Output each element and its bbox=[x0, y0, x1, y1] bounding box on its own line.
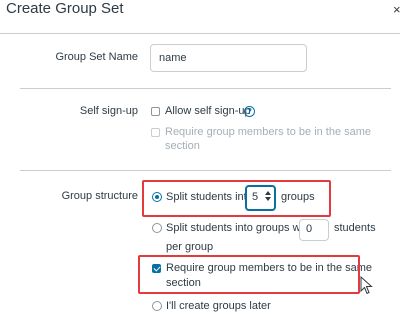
group-structure-label: Group structure bbox=[61, 190, 138, 202]
close-icon[interactable]: × bbox=[393, 2, 400, 17]
create-later-radio[interactable] bbox=[152, 301, 162, 311]
per-group-label: per group bbox=[166, 241, 214, 253]
highlight-box-split bbox=[142, 180, 331, 217]
dialog-title: Create Group Set bbox=[6, 0, 124, 17]
group-size-input[interactable]: 0 bbox=[299, 219, 329, 241]
mouse-cursor-icon bbox=[360, 276, 373, 295]
students-suffix-label: students bbox=[334, 222, 376, 234]
divider bbox=[20, 88, 391, 89]
self-signup-require-section-checkbox bbox=[151, 128, 160, 137]
self-signup-require-section-label-line1: Require group members to be in the same bbox=[165, 126, 372, 138]
group-set-name-label: Group Set Name bbox=[55, 51, 138, 63]
highlight-box-require-section bbox=[138, 255, 360, 294]
create-later-label: I'll create groups later bbox=[166, 300, 271, 312]
divider bbox=[20, 170, 391, 171]
split-by-size-label: Split students into groups with bbox=[166, 222, 313, 234]
self-signup-label: Self sign-up bbox=[79, 105, 138, 117]
group-size-value: 0 bbox=[306, 223, 313, 235]
allow-self-signup-label: Allow self sign-up bbox=[165, 105, 251, 117]
header-divider bbox=[0, 33, 400, 34]
allow-self-signup-checkbox[interactable] bbox=[151, 107, 160, 116]
split-by-size-radio[interactable] bbox=[152, 223, 162, 233]
help-icon[interactable]: ? bbox=[244, 106, 255, 117]
group-set-name-input[interactable] bbox=[150, 44, 307, 72]
self-signup-require-section-label-line2: section bbox=[165, 140, 200, 152]
